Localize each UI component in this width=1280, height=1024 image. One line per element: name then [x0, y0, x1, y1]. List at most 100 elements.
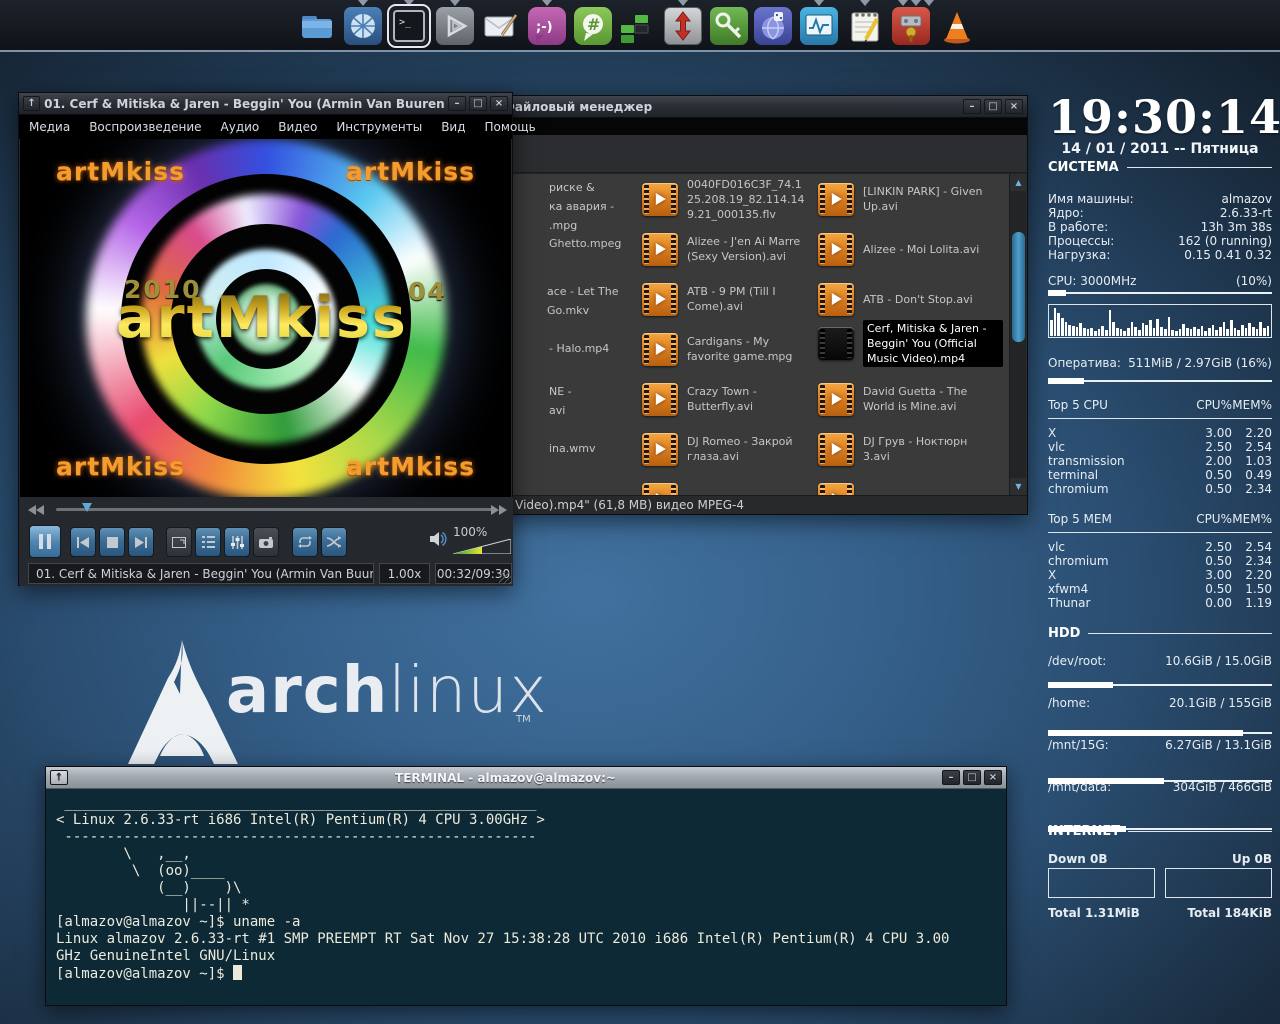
terminal-titlebar[interactable]: ↑ TERMINAL - almazov@almazov:~ – □ ×: [46, 767, 1006, 789]
terminal-line: (__) )\: [56, 880, 996, 897]
seek-thumb[interactable]: [82, 503, 92, 512]
fm-scrollbar[interactable]: ▲ ▼: [1009, 174, 1026, 495]
minimize-button[interactable]: –: [942, 770, 960, 785]
video-file-icon: [642, 283, 678, 316]
mail-icon[interactable]: [482, 7, 520, 45]
system-monitor-icon[interactable]: [800, 7, 838, 45]
file-item[interactable]: DJ Грув - Ноктюрн 3.avi: [818, 426, 1004, 472]
close-button[interactable]: ×: [490, 96, 508, 111]
messenger-icon[interactable]: ;-): [528, 7, 566, 45]
menu-help[interactable]: Помощь: [485, 120, 536, 134]
shuffle-button[interactable]: [321, 527, 347, 557]
seek-back-icon[interactable]: [28, 505, 44, 515]
terminal-line: ________________________________________…: [56, 795, 996, 812]
sys-row: Нагрузка:0.15 0.41 0.32: [1048, 248, 1272, 262]
previous-button[interactable]: [70, 527, 96, 557]
file-item-partial[interactable]: [642, 476, 814, 495]
terminal-icon[interactable]: >_: [390, 7, 428, 45]
seek-slider[interactable]: [56, 508, 496, 511]
vlc-cone-icon[interactable]: [938, 7, 976, 45]
notes-icon[interactable]: [846, 7, 884, 45]
trademark: TM: [516, 714, 531, 725]
playback-rate[interactable]: 1.00x: [379, 563, 430, 584]
section-internet: INTERNET: [1048, 824, 1272, 839]
file-item[interactable]: ATB - Don't Stop.avi: [818, 276, 1004, 322]
file-item[interactable]: [LINKIN PARK] - Given Up.avi: [818, 176, 1004, 222]
minimize-button[interactable]: –: [448, 96, 466, 111]
menu-tools[interactable]: Инструменты: [336, 120, 422, 134]
fm-scrollbar-thumb[interactable]: [1012, 232, 1025, 342]
fullscreen-button[interactable]: [166, 527, 192, 557]
file-manager-icon[interactable]: [298, 7, 336, 45]
maximize-button[interactable]: □: [984, 99, 1002, 114]
terminal-line: Linux almazov 2.6.33-rt #1 SMP PREEMPT R…: [56, 931, 996, 948]
equalizer-icon: [231, 536, 244, 549]
rollup-button[interactable]: ↑: [23, 96, 40, 111]
volume-slider[interactable]: [453, 539, 511, 554]
irc-chat-icon[interactable]: #: [574, 7, 612, 45]
menu-playback[interactable]: Воспроизведение: [89, 120, 201, 134]
speaker-icon[interactable]: [430, 531, 447, 547]
minimize-button[interactable]: –: [963, 99, 981, 114]
file-item[interactable]: Alizee - Moi Lolita.avi: [818, 226, 1004, 272]
menu-media[interactable]: Медиа: [29, 120, 70, 134]
proc-row: vlc2.502.54: [1048, 540, 1272, 554]
network-globe-icon[interactable]: [754, 7, 792, 45]
file-item[interactable]: 0040FD016C3F_74.125.208.19_82.114.149.21…: [642, 176, 814, 222]
maximize-button[interactable]: □: [469, 96, 487, 111]
file-label-fragment[interactable]: - Halo.mp4: [549, 339, 609, 358]
web-browser-icon[interactable]: [344, 7, 382, 45]
file-label-fragment[interactable]: риске & ка авария - .mpg: [549, 178, 614, 235]
pause-button[interactable]: [29, 525, 61, 558]
art-corner-label: artMkiss: [346, 452, 475, 481]
rollup-button[interactable]: ↑: [50, 770, 68, 785]
system-load-icon[interactable]: [620, 7, 650, 45]
file-item[interactable]: Crazy Town - Butterfly.avi: [642, 376, 814, 422]
file-label-fragment[interactable]: NE - avi: [549, 382, 572, 420]
top-cpu-header: Top 5 CPUCPU%MEM%: [1048, 398, 1272, 412]
video-file-icon: [818, 327, 854, 360]
file-item[interactable]: David Guetta - The World is Mine.avi: [818, 376, 1004, 422]
vlc-window: ↑ 01. Cerf & Mitiska & Jaren - Beggin' Y…: [18, 92, 513, 586]
next-button[interactable]: [128, 527, 154, 557]
close-button[interactable]: ×: [984, 770, 1002, 785]
transmission-icon[interactable]: [664, 7, 702, 45]
scroll-down-icon[interactable]: ▼: [1010, 478, 1026, 495]
window-indicator-icon: [924, 0, 934, 6]
art-corner-label: artMkiss: [56, 157, 185, 186]
file-item[interactable]: ATB - 9 PM (Till I Come).avi: [642, 276, 814, 322]
file-label-fragment[interactable]: ace - Let The Go.mkv: [547, 282, 619, 320]
package-tools-icon[interactable]: [892, 7, 930, 45]
equalizer-button[interactable]: [224, 527, 250, 557]
playlist-button[interactable]: [195, 527, 221, 557]
resize-grip[interactable]: [499, 572, 511, 584]
terminal-body[interactable]: ________________________________________…: [47, 789, 1005, 1004]
svg-text:>_: >_: [399, 17, 412, 28]
passwords-icon[interactable]: [710, 7, 748, 45]
scroll-up-icon[interactable]: ▲: [1010, 174, 1026, 191]
sys-row: Ядро:2.6.33-rt: [1048, 206, 1272, 220]
mount-bar: [1048, 682, 1272, 688]
file-item-selected[interactable]: Cerf, Mitiska & Jaren - Beggin' You (Off…: [818, 320, 1004, 366]
menu-video[interactable]: Видео: [278, 120, 317, 134]
menu-audio[interactable]: Аудио: [221, 120, 260, 134]
mount-row: /mnt/15G:6.27GiB / 13.1GiB: [1048, 738, 1272, 752]
file-label-fragment[interactable]: Ghetto.mpeg: [549, 234, 621, 253]
loop-button[interactable]: [292, 527, 318, 557]
seek-forward-icon[interactable]: [491, 505, 507, 515]
cpu-row: CPU: 3000MHz(10%): [1048, 274, 1272, 288]
vlc-titlebar[interactable]: ↑ 01. Cerf & Mitiska & Jaren - Beggin' Y…: [19, 93, 512, 115]
snapshot-button[interactable]: [253, 527, 279, 557]
menu-view[interactable]: Вид: [441, 120, 465, 134]
file-item[interactable]: Alizee - J'en Ai Marre (Sexy Version).av…: [642, 226, 814, 272]
file-label-fragment[interactable]: ina.wmv: [549, 439, 596, 458]
file-item-partial[interactable]: [818, 476, 1004, 495]
maximize-button[interactable]: □: [963, 770, 981, 785]
file-item[interactable]: Cardigans - My favorite game.mpg: [642, 326, 814, 372]
media-player-icon[interactable]: [436, 7, 474, 45]
art-corner-label: artMkiss: [56, 452, 185, 481]
close-button[interactable]: ×: [1005, 99, 1023, 114]
vlc-video-area[interactable]: artMkiss artMkiss artMkiss artMkiss 2010…: [20, 139, 511, 497]
file-item[interactable]: DJ Romeo - Закрой глаза.avi: [642, 426, 814, 472]
stop-button[interactable]: [99, 527, 125, 557]
